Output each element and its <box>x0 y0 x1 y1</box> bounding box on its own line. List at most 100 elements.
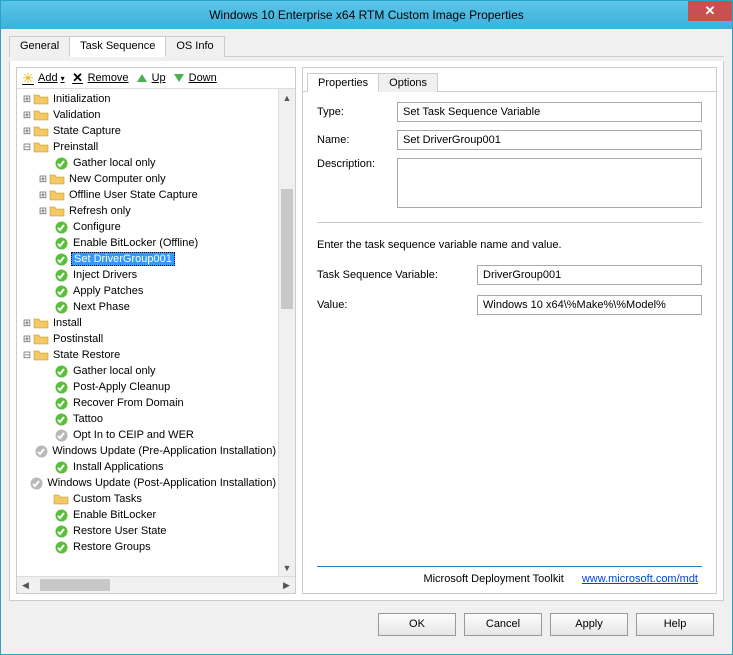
value-field[interactable]: Windows 10 x64\%Make%\%Model% <box>477 295 702 315</box>
task-sequence-tree[interactable]: ⊞ Initialization ⊞ Validation ⊞ State Captu… <box>17 89 278 576</box>
tab-task-sequence[interactable]: Task Sequence <box>69 36 166 57</box>
main-tab-row: General Task Sequence OS Info <box>9 35 724 57</box>
folder-icon <box>33 332 49 346</box>
type-label: Type: <box>317 106 397 118</box>
check-icon <box>53 412 69 426</box>
tree-item[interactable]: Inject Drivers <box>71 269 139 281</box>
check-icon <box>53 300 69 314</box>
expand-icon[interactable]: ⊞ <box>37 190 49 201</box>
task-sequence-page: ✳Add ▾ ✕Remove Up Down ⊞ Initialization ⊞… <box>9 61 724 601</box>
check-icon <box>53 540 69 554</box>
check-icon <box>53 284 69 298</box>
folder-icon <box>49 204 65 218</box>
tab-general[interactable]: General <box>9 36 70 57</box>
horizontal-scrollbar[interactable]: ◀▶ <box>17 576 295 593</box>
brand-link[interactable]: www.microsoft.com/mdt <box>582 573 698 585</box>
up-button[interactable]: Up <box>135 71 166 85</box>
tree-item[interactable]: Windows Update (Post-Application Install… <box>45 477 278 489</box>
cancel-button[interactable]: Cancel <box>464 613 542 636</box>
remove-button[interactable]: ✕Remove <box>71 71 129 85</box>
tree-item[interactable]: Offline User State Capture <box>67 189 200 201</box>
star-icon: ✳ <box>21 71 35 85</box>
tree-item[interactable]: Configure <box>71 221 123 233</box>
name-field[interactable]: Set DriverGroup001 <box>397 130 702 150</box>
tree-item[interactable]: Recover From Domain <box>71 397 186 409</box>
check-icon <box>53 396 69 410</box>
tree-item[interactable]: Next Phase <box>71 301 132 313</box>
tree-item[interactable]: Apply Patches <box>71 285 145 297</box>
tree-item[interactable]: Refresh only <box>67 205 133 217</box>
tree-item[interactable]: Enable BitLocker <box>71 509 158 521</box>
add-button[interactable]: ✳Add ▾ <box>21 71 65 85</box>
check-icon <box>53 268 69 282</box>
properties-form: Type:Set Task Sequence Variable Name:Set… <box>303 92 716 593</box>
footer-brand: Microsoft Deployment Toolkit www.microso… <box>317 566 702 587</box>
tree-item[interactable]: Tattoo <box>71 413 105 425</box>
tree-item[interactable]: Initialization <box>51 93 112 105</box>
instruction-text: Enter the task sequence variable name an… <box>317 239 702 251</box>
tree-item[interactable]: Gather local only <box>71 365 158 377</box>
tree-item[interactable]: Custom Tasks <box>71 493 144 505</box>
tab-properties[interactable]: Properties <box>307 73 379 92</box>
tree-item[interactable]: State Restore <box>51 349 122 361</box>
tree-item[interactable]: Restore Groups <box>71 541 153 553</box>
ok-button[interactable]: OK <box>378 613 456 636</box>
sequence-toolbar: ✳Add ▾ ✕Remove Up Down <box>17 68 295 89</box>
expand-icon[interactable]: ⊞ <box>21 334 33 345</box>
folder-icon <box>33 124 49 138</box>
tree-item[interactable]: State Capture <box>51 125 123 137</box>
down-button[interactable]: Down <box>172 71 217 85</box>
description-field[interactable] <box>397 158 702 208</box>
check-icon <box>53 460 69 474</box>
tree-item-selected[interactable]: Set DriverGroup001 <box>71 252 175 266</box>
properties-panel: Properties Options Type:Set Task Sequenc… <box>302 67 717 594</box>
tree-item[interactable]: Install Applications <box>71 461 166 473</box>
vertical-scrollbar[interactable]: ▲▼ <box>278 89 295 576</box>
tree-item[interactable]: Gather local only <box>71 157 158 169</box>
titlebar: Windows 10 Enterprise x64 RTM Custom Ima… <box>1 1 732 29</box>
expand-icon[interactable]: ⊞ <box>21 94 33 105</box>
brand-text: Microsoft Deployment Toolkit <box>423 573 563 585</box>
folder-icon <box>49 172 65 186</box>
tree-item[interactable]: Postinstall <box>51 333 105 345</box>
variable-label: Task Sequence Variable: <box>317 269 477 281</box>
window-title: Windows 10 Enterprise x64 RTM Custom Ima… <box>1 8 732 22</box>
client-area: General Task Sequence OS Info ✳Add ▾ ✕Re… <box>1 29 732 654</box>
value-label: Value: <box>317 299 477 311</box>
folder-icon <box>33 348 49 362</box>
disabled-icon <box>35 444 48 458</box>
tree-item[interactable]: Preinstall <box>51 141 100 153</box>
tree-item[interactable]: Validation <box>51 109 103 121</box>
tree-item[interactable]: Windows Update (Pre-Application Installa… <box>50 445 278 457</box>
folder-icon <box>33 140 49 154</box>
tree-item[interactable]: Post-Apply Cleanup <box>71 381 172 393</box>
expand-icon[interactable]: ⊞ <box>21 126 33 137</box>
tree-item[interactable]: Restore User State <box>71 525 169 537</box>
tree-item[interactable]: Enable BitLocker (Offline) <box>71 237 200 249</box>
expand-icon[interactable]: ⊞ <box>21 318 33 329</box>
tree-item[interactable]: Install <box>51 317 84 329</box>
help-button[interactable]: Help <box>636 613 714 636</box>
tree-item[interactable]: Opt In to CEIP and WER <box>71 429 196 441</box>
x-icon: ✕ <box>71 71 85 85</box>
expand-icon[interactable]: ⊞ <box>37 206 49 217</box>
variable-field[interactable]: DriverGroup001 <box>477 265 702 285</box>
dialog-buttons: OK Cancel Apply Help <box>9 605 724 646</box>
check-icon <box>53 508 69 522</box>
tree-item[interactable]: New Computer only <box>67 173 168 185</box>
close-button[interactable]: ✕ <box>688 1 732 21</box>
apply-button[interactable]: Apply <box>550 613 628 636</box>
expand-icon[interactable]: ⊞ <box>37 174 49 185</box>
check-icon <box>53 220 69 234</box>
check-icon <box>53 252 69 266</box>
tab-os-info[interactable]: OS Info <box>165 36 224 57</box>
check-icon <box>53 156 69 170</box>
tab-options[interactable]: Options <box>378 73 438 92</box>
expand-icon[interactable]: ⊞ <box>21 110 33 121</box>
folder-icon <box>53 492 69 506</box>
description-label: Description: <box>317 158 397 170</box>
sequence-panel: ✳Add ▾ ✕Remove Up Down ⊞ Initialization ⊞… <box>16 67 296 594</box>
disabled-icon <box>30 476 43 490</box>
collapse-icon[interactable]: ⊟ <box>21 350 33 361</box>
collapse-icon[interactable]: ⊟ <box>21 142 33 153</box>
